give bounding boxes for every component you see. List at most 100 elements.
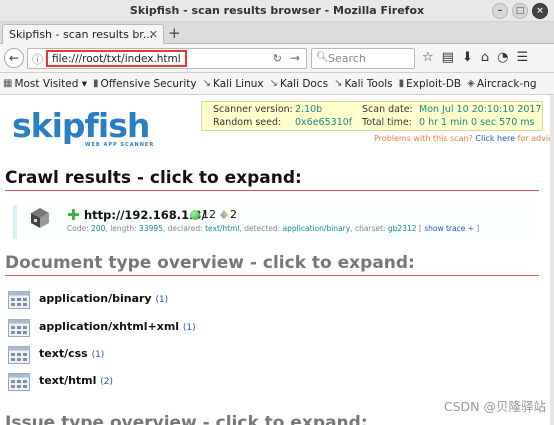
bookmark-kali-linux[interactable]: ↘ Kali Linux	[203, 78, 264, 90]
doc-type-icon	[8, 319, 30, 337]
detected-label: , detected:	[239, 224, 281, 233]
bookmark-most-visited[interactable]: ▦ Most Visited ▾	[3, 78, 87, 90]
bookmark-exploit-db[interactable]: ▮ Exploit-DB	[399, 78, 461, 90]
menu-icon[interactable]: ☰	[516, 50, 528, 65]
show-trace-link[interactable]: show trace +	[424, 224, 474, 233]
offsec-icon: ▮	[92, 78, 99, 89]
folder-icon: ▦	[3, 78, 13, 89]
length-label: , length:	[105, 224, 137, 233]
doc-type-icon	[8, 346, 30, 364]
skipfish-logo: skipfish	[12, 106, 150, 145]
bookmark-label: Most Visited ▾	[14, 77, 87, 90]
scan-date-value: Mon Jul 10 20:10:10 2017	[419, 104, 542, 115]
charset-label: , charset:	[350, 224, 386, 233]
scan-info-box: Scanner version: 2.10b Scan date: Mon Ju…	[201, 101, 543, 131]
tab-close-icon[interactable]: ✕	[149, 28, 158, 41]
doc-type-item[interactable]: application/xhtml+xml (1)	[8, 319, 308, 341]
window-title: Skipfish - scan results browser - Mozill…	[129, 4, 425, 17]
logo-subtitle: WEB APP SCANNER	[85, 142, 155, 148]
declared-value: text/html	[205, 224, 240, 233]
minimize-button[interactable]: –	[492, 3, 508, 19]
tab-label: Skipfish - scan results br...	[9, 28, 154, 41]
crawl-entry[interactable]: ✚ http://192.168.1.3/ 12 2 Code: 200, le…	[13, 205, 535, 239]
bookmark-label: Offensive Security	[100, 77, 197, 90]
length-value: 33995	[139, 224, 163, 233]
tab-skipfish[interactable]: Skipfish - scan results br... ✕	[2, 24, 164, 45]
code-value: 200	[91, 224, 106, 233]
bookmark-label: Kali Linux	[213, 77, 264, 90]
green-dot-icon	[190, 210, 200, 220]
doc-type-count: (1)	[182, 323, 196, 333]
problems-suffix: for advice.	[517, 134, 554, 143]
doc-type-label: application/xhtml+xml (1)	[39, 320, 196, 333]
doc-type-label: text/css (1)	[39, 347, 104, 360]
page-scrollbar[interactable]	[550, 95, 554, 425]
new-tab-button[interactable]: +	[168, 24, 181, 42]
doc-type-count: (1)	[155, 295, 169, 305]
doc-type-item[interactable]: application/binary (1)	[8, 291, 308, 313]
kali-dragon-icon: ↘	[269, 78, 279, 89]
declared-label: , declared:	[162, 224, 203, 233]
doc-type-label: application/binary (1)	[39, 292, 168, 305]
maximize-button[interactable]: □	[512, 3, 528, 19]
problems-text: Problems with this scan?	[374, 134, 473, 143]
bookmark-label: Aircrack-ng	[476, 77, 537, 90]
url-highlight-box: file:///root/txt/index.html	[46, 50, 187, 67]
total-time-value: 0 hr 1 min 0 sec 570 ms	[419, 117, 535, 128]
close-window-button[interactable]: ×	[532, 3, 548, 19]
toolbar-icons: ☆ ▤ ⬇ ⌂ ◔ ☰	[422, 50, 528, 65]
problems-link[interactable]: Click here	[475, 134, 515, 143]
doc-type-name: text/css	[39, 347, 88, 360]
detected-value: application/binary	[282, 224, 351, 233]
bookmark-label: Kali Tools	[344, 77, 393, 90]
charset-value: gb2312	[387, 224, 417, 233]
csdn-watermark: CSDN @贝隆驿站	[443, 399, 546, 414]
navigation-bar: ← ⓘ file:///root/txt/index.html ↻ → 🔍︎ ☆…	[0, 44, 554, 73]
scanner-version-label: Scanner version:	[213, 104, 293, 115]
bookmarks-bar: ▦ Most Visited ▾ ▮ Offensive Security ↘ Kal…	[0, 73, 554, 95]
problems-notice: Problems with this scan? Click here for …	[374, 134, 554, 143]
doc-type-item[interactable]: text/html (2)	[8, 373, 308, 395]
pocket-icon[interactable]: ◔	[497, 50, 508, 65]
doc-type-icon	[8, 291, 30, 309]
crawl-results-heading[interactable]: Crawl results - click to expand:	[5, 168, 539, 191]
page-content: skipfish WEB APP SCANNER Scanner version…	[0, 95, 554, 425]
url-bar[interactable]: ⓘ file:///root/txt/index.html ↻ →	[27, 48, 307, 69]
home-icon[interactable]: ⌂	[481, 50, 489, 65]
doc-type-count: (2)	[100, 377, 114, 387]
downloads-icon[interactable]: ⬇	[462, 50, 473, 65]
server-cube-icon	[31, 208, 49, 228]
search-bar[interactable]: 🔍︎	[311, 48, 415, 69]
doc-type-name: text/html	[39, 374, 97, 387]
bookmark-aircrack-ng[interactable]: ◈ Aircrack-ng	[467, 78, 536, 90]
bookmark-offensive-security[interactable]: ▮ Offensive Security	[93, 78, 197, 90]
doc-type-item[interactable]: text/css (1)	[8, 346, 308, 368]
url-text[interactable]: file:///root/txt/index.html	[52, 53, 181, 65]
bookmark-kali-docs[interactable]: ↘ Kali Docs	[270, 78, 328, 90]
go-arrow-icon[interactable]: →	[290, 51, 300, 65]
aircrack-icon: ◈	[467, 78, 475, 89]
info-icon[interactable]: ⓘ	[32, 51, 43, 67]
crawl-url[interactable]: http://192.168.1.3/	[84, 208, 206, 222]
doc-type-name: application/binary	[39, 292, 152, 305]
bookmark-star-icon[interactable]: ☆	[422, 50, 434, 65]
doc-type-label: text/html (2)	[39, 374, 113, 387]
tab-strip: Skipfish - scan results br... ✕ +	[0, 22, 554, 45]
trace-bracket-open: [	[418, 224, 422, 233]
reload-icon[interactable]: ↻	[273, 52, 282, 65]
code-label: Code:	[67, 224, 89, 233]
bookmark-kali-tools[interactable]: ↘ Kali Tools	[334, 78, 393, 90]
reading-list-icon[interactable]: ▤	[442, 50, 454, 65]
issue-count: 2	[230, 208, 237, 221]
scan-date-label: Scan date:	[362, 104, 413, 115]
search-icon: 🔍︎	[316, 52, 329, 63]
back-button[interactable]: ←	[4, 48, 24, 68]
exploit-db-icon: ▮	[398, 78, 405, 89]
kali-dragon-icon: ↘	[334, 78, 343, 89]
scanner-version-value: 2.10b	[295, 104, 323, 115]
bookmark-label: Kali Docs	[280, 77, 329, 90]
window-titlebar: Skipfish - scan results browser - Mozill…	[0, 0, 554, 22]
expand-plus-icon[interactable]: ✚	[67, 206, 80, 224]
doc-type-heading[interactable]: Document type overview - click to expand…	[5, 253, 539, 276]
search-input[interactable]	[328, 51, 412, 66]
